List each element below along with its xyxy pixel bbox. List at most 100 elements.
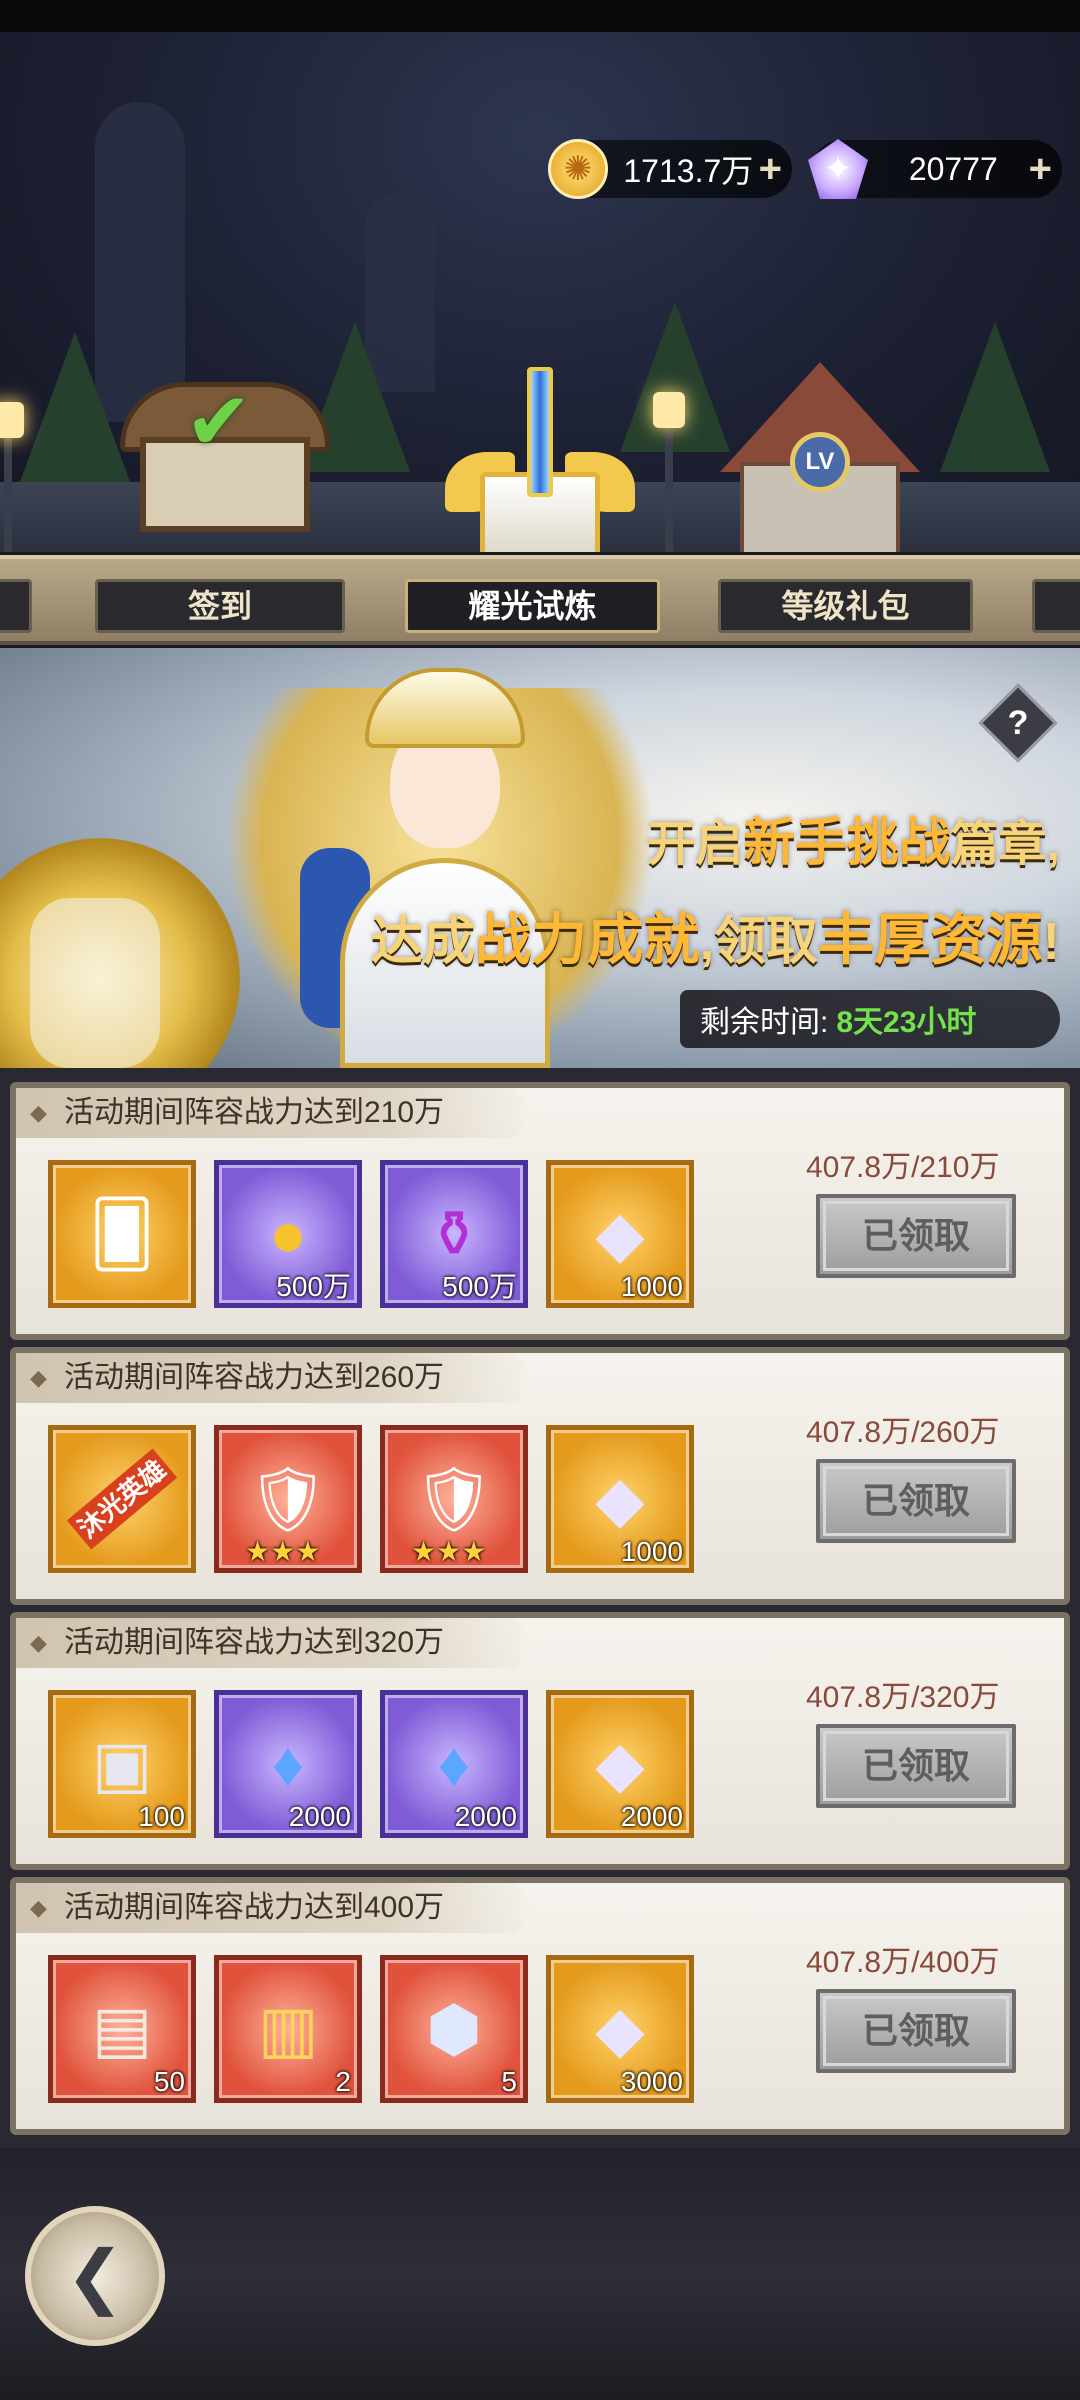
blue-crystal-icon: ♦ (271, 1728, 305, 1800)
task-card: 活动期间阵容战力达到400万 ▤50 ▥2 ⬢5 ◆3000 407.8万/40… (10, 1877, 1070, 2135)
reward-item[interactable]: ♦ 2000 (380, 1690, 528, 1838)
gold-amount: 1713.7万 (623, 153, 754, 189)
claimed-button[interactable]: 已领取 (816, 1459, 1016, 1543)
street-lamp (0, 402, 24, 552)
back-arrow-icon: ❮ (65, 2237, 125, 2315)
hero-illustration (230, 648, 650, 1068)
reward-item[interactable]: 🂠 (48, 1160, 196, 1308)
task-progress: 407.8万/400万 (806, 1946, 1000, 1979)
red-chest-icon: ▥ (257, 1993, 319, 2065)
reward-item[interactable]: ● 500万 (214, 1160, 362, 1308)
reward-items: 🂠 ● 500万 ⚱ 500万 ◆ 1000 (48, 1160, 694, 1308)
task-title: 活动期间阵容战力达到210万 (16, 1088, 536, 1138)
reward-item[interactable]: ◆ 1000 (546, 1425, 694, 1573)
glory-sword-monument[interactable] (440, 362, 640, 552)
tree (20, 332, 130, 482)
question-icon: ? (1007, 704, 1029, 742)
banner-slogan-line1: 开启新手挑战篇章, (647, 800, 1060, 875)
reward-qty: 2000 (288, 1801, 351, 1832)
reward-qty: 2 (335, 2066, 351, 2097)
gem-amount: 20777 (908, 150, 998, 187)
task-progress: 407.8万/320万 (806, 1681, 1000, 1714)
tree (940, 322, 1050, 472)
diamond-icon: ◆ (595, 1993, 645, 2065)
slogan-text: 篇章, (950, 818, 1060, 871)
hero-badge-icon: 沐光英雄 (66, 1448, 178, 1550)
street-lamp (653, 392, 685, 552)
equipment-chest-icon: 🛡 (413, 1463, 495, 1535)
reward-qty: 2000 (454, 1801, 517, 1832)
task-progress: 407.8万/210万 (806, 1151, 1000, 1184)
remaining-time: 剩余时间: 8天23小时 (680, 990, 1060, 1048)
remaining-time-value: 8天23小时 (836, 1006, 977, 1039)
reward-qty: 500万 (276, 1271, 351, 1302)
add-gold-button[interactable]: + (759, 147, 782, 192)
checkmark-icon: ✔ (185, 377, 253, 466)
reward-qty: 50 (153, 2066, 185, 2097)
reward-item[interactable]: 沐光英雄 (48, 1425, 196, 1573)
diamond-icon: ◆ (595, 1728, 645, 1800)
claimed-button[interactable]: 已领取 (816, 1989, 1016, 2073)
reward-items: ▤ 50 ▥ 2 ⬢ 5 ◆ 3000 (48, 1955, 694, 2103)
gold-coin-icon: ● (268, 1198, 308, 1270)
reward-item[interactable]: ⚱ 500万 (380, 1160, 528, 1308)
tab-signin[interactable]: 签到 (95, 579, 345, 633)
claimed-button[interactable]: 已领取 (816, 1194, 1016, 1278)
reward-item[interactable]: ◆ 2000 (546, 1690, 694, 1838)
reward-qty: 100 (138, 1801, 185, 1832)
reward-item[interactable]: ▥ 2 (214, 1955, 362, 2103)
slogan-text: ! (1042, 913, 1060, 971)
reward-items: ▣ 100 ♦ 2000 ♦ 2000 ◆ 2000 (48, 1690, 694, 1838)
task-card: 活动期间阵容战力达到210万 🂠 ●500万 ⚱500万 ◆1000 407.8… (10, 1082, 1070, 1340)
reward-qty: 500万 (442, 1271, 517, 1302)
remaining-time-label: 剩余时间: (700, 1006, 829, 1039)
slogan-highlight: 丰厚资源 (818, 908, 1043, 971)
reward-item[interactable]: 🛡 ★★★ (214, 1425, 362, 1573)
reward-item[interactable]: ▣ 100 (48, 1690, 196, 1838)
add-gem-button[interactable]: + (1029, 147, 1052, 192)
reward-item[interactable]: 🛡 ★★★ (380, 1425, 528, 1573)
gem-currency: ✦ 20777 + (808, 139, 1062, 199)
task-title: 活动期间阵容战力达到400万 (16, 1883, 536, 1933)
task-card: 活动期间阵容战力达到260万 沐光英雄 🛡★★★ 🛡★★★ ◆1000 407.… (10, 1347, 1070, 1605)
reward-item[interactable]: ⬢ 5 (380, 1955, 528, 2103)
reward-item[interactable]: ♦ 2000 (214, 1690, 362, 1838)
treasure-chest-icon: ▤ (91, 1993, 153, 2065)
gold-coin-icon: ✺ (548, 139, 608, 199)
lv-sign-icon: LV (790, 432, 850, 492)
tab-partial-left[interactable] (0, 579, 32, 633)
diamond-icon: ◆ (595, 1198, 645, 1270)
potion-icon: ⚱ (427, 1198, 481, 1270)
tab-glory-trial[interactable]: 耀光试炼 (405, 579, 660, 633)
level-gift-shop[interactable]: LV (720, 362, 920, 552)
hero-helmet (365, 668, 525, 748)
status-bar (0, 0, 1080, 32)
activity-tab-bar: 签到 耀光试炼 等级礼包 (0, 555, 1080, 645)
task-list[interactable]: 活动期间阵容战力达到210万 🂠 ●500万 ⚱500万 ◆1000 407.8… (0, 1068, 1080, 2148)
golden-shield-art (0, 838, 240, 1068)
slogan-highlight: 新手挑战 (743, 813, 951, 871)
diamond-icon: ◆ (595, 1463, 645, 1535)
reward-items: 沐光英雄 🛡 ★★★ 🛡 ★★★ ◆ 1000 (48, 1425, 694, 1573)
back-button[interactable]: ❮ (25, 2206, 165, 2346)
reward-stars: ★★★ (245, 1536, 321, 1567)
gold-currency: ✺ 1713.7万 + (548, 139, 792, 199)
task-title: 活动期间阵容战力达到320万 (16, 1618, 536, 1668)
reward-stars: ★★★ (411, 1536, 487, 1567)
task-title: 活动期间阵容战力达到260万 (16, 1353, 536, 1403)
claimed-button[interactable]: 已领取 (816, 1724, 1016, 1808)
slogan-text: 达成 (370, 913, 475, 971)
task-progress: 407.8万/260万 (806, 1416, 1000, 1449)
signin-board[interactable]: ✔ (120, 382, 330, 552)
reward-qty: 2000 (620, 1801, 683, 1832)
task-card: 活动期间阵容战力达到320万 ▣100 ♦2000 ♦2000 ◆2000 40… (10, 1612, 1070, 1870)
reward-item[interactable]: ◆ 3000 (546, 1955, 694, 2103)
equipment-chest-icon: 🛡 (247, 1463, 329, 1535)
tab-level-gift[interactable]: 等级礼包 (718, 579, 973, 633)
blue-crystal-icon: ♦ (437, 1728, 471, 1800)
tab-partial-right[interactable] (1032, 579, 1080, 633)
sword-blade (527, 367, 553, 497)
reward-item[interactable]: ◆ 1000 (546, 1160, 694, 1308)
cube-crystal-icon: ⬢ (426, 1993, 482, 2065)
reward-item[interactable]: ▤ 50 (48, 1955, 196, 2103)
